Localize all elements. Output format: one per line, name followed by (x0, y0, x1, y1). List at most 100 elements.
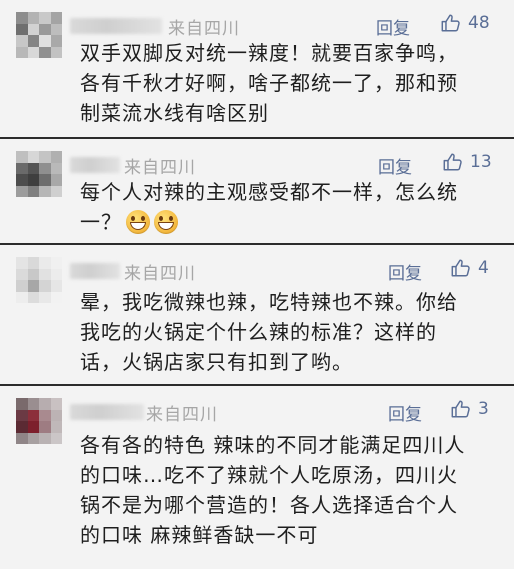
username-blurred[interactable] (70, 18, 162, 34)
avatar-pixel (39, 151, 51, 163)
avatar-pixel (27, 268, 39, 280)
avatar-pixel (16, 35, 28, 47)
thumbs-up-icon (451, 259, 470, 277)
grin-emoji-icon (154, 210, 178, 234)
avatar-pixel (39, 268, 51, 280)
comment-card: 来自四川 回复 4 晕，我吃微辣也辣，吃特辣也不辣。你给 我吃的火锅定个什么辣的… (0, 245, 514, 384)
thumbs-up-icon (443, 153, 462, 171)
avatar-pixel (27, 12, 39, 24)
avatar-pixel (16, 409, 28, 421)
avatar-pixel (16, 421, 28, 433)
comment-card: 来自四川 回复 48 双手双脚反对统一辣度！就要百家争鸣， 各有千秋才好啊，啥子… (0, 0, 514, 137)
comment-text: 晕，我吃微辣也辣，吃特辣也不辣。你给 我吃的火锅定个什么辣的标准？这样的 话，火… (80, 287, 496, 377)
reply-button[interactable]: 回复 (388, 259, 422, 284)
comment-text: 双手双脚反对统一辣度！就要百家争鸣， 各有千秋才好啊，啥子都统一了，那和预 制菜… (80, 38, 496, 128)
avatar-pixel (27, 174, 39, 186)
avatar-pixel (50, 185, 62, 197)
location-label: 来自四川 (168, 19, 240, 39)
avatar-pixel (50, 151, 62, 163)
avatar-pixel (39, 432, 51, 444)
avatar-pixel (16, 268, 28, 280)
avatar-pixel (50, 268, 62, 280)
avatar-pixel (27, 257, 39, 269)
comment-line: 话，火锅店家只有扣到了哟。 (80, 350, 353, 374)
avatar-pixel (50, 398, 62, 410)
avatar-pixel (16, 398, 28, 410)
comment-card: 来自四川 回复 13 每个人对辣的主观感受都不一样，怎么统 一？ (0, 139, 514, 243)
comment-line: 的口味 麻辣鲜香缺一不可 (80, 523, 319, 547)
thumbs-up-icon (451, 400, 470, 418)
comment-line-with-emoji: 一？ (80, 207, 496, 237)
avatar-pixel (50, 46, 62, 58)
username-blurred[interactable] (70, 404, 144, 420)
avatar-pixel (27, 409, 39, 421)
avatar-pixel (39, 398, 51, 410)
location-label: 来自四川 (124, 158, 196, 178)
username-blurred[interactable] (70, 157, 120, 173)
avatar-pixel (27, 291, 39, 303)
avatar-pixel (16, 185, 28, 197)
avatar-pixel (16, 23, 28, 35)
avatar-pixel (50, 35, 62, 47)
avatar-pixel (16, 46, 28, 58)
avatar[interactable] (16, 398, 62, 444)
location-label: 来自四川 (124, 264, 196, 284)
avatar-pixel (27, 280, 39, 292)
comment-card: 来自四川 回复 3 各有各的特色 辣味的不同才能满足四川人 的口味…吃不了辣就个… (0, 386, 514, 569)
comment-line: 锅不是为哪个营造的！各人选择适合个人 (80, 493, 458, 517)
avatar-pixel (27, 421, 39, 433)
avatar-pixel (27, 151, 39, 163)
grin-emoji-icon (126, 210, 150, 234)
avatar-pixel (16, 432, 28, 444)
username-blurred[interactable] (70, 263, 120, 279)
avatar-pixel (39, 162, 51, 174)
like-button[interactable]: 48 (440, 12, 490, 34)
avatar-pixel (39, 291, 51, 303)
like-button[interactable]: 3 (450, 398, 489, 420)
avatar-pixel (39, 23, 51, 35)
avatar-pixel (39, 12, 51, 24)
avatar-pixel (27, 23, 39, 35)
avatar-pixel (16, 291, 28, 303)
comment-line: 晕，我吃微辣也辣，吃特辣也不辣。你给 (80, 290, 458, 314)
comment-text: 每个人对辣的主观感受都不一样，怎么统 一？ (80, 177, 496, 237)
avatar-pixel (16, 280, 28, 292)
avatar-pixel (50, 421, 62, 433)
avatar-pixel (16, 12, 28, 24)
like-button[interactable]: 13 (442, 151, 492, 173)
avatar-pixel (50, 174, 62, 186)
comment-line: 一？ (80, 210, 122, 234)
avatar-pixel (16, 257, 28, 269)
avatar-pixel (50, 257, 62, 269)
like-count: 48 (468, 13, 490, 33)
avatar-pixel (50, 162, 62, 174)
avatar[interactable] (16, 151, 62, 197)
location-label: 来自四川 (146, 405, 218, 425)
avatar-pixel (39, 280, 51, 292)
like-count: 4 (478, 258, 489, 278)
avatar-pixel (39, 257, 51, 269)
avatar-pixel (16, 151, 28, 163)
avatar-pixel (39, 46, 51, 58)
comment-line: 我吃的火锅定个什么辣的标准？这样的 (80, 320, 437, 344)
thumbs-up-icon (441, 14, 460, 32)
avatar-pixel (50, 291, 62, 303)
avatar-pixel (27, 185, 39, 197)
avatar[interactable] (16, 257, 62, 303)
reply-button[interactable]: 回复 (376, 14, 410, 39)
reply-button[interactable]: 回复 (388, 400, 422, 425)
avatar-pixel (27, 398, 39, 410)
comment-line: 制菜流水线有啥区别 (80, 101, 269, 125)
avatar[interactable] (16, 12, 62, 58)
comment-text: 各有各的特色 辣味的不同才能满足四川人 的口味…吃不了辣就个人吃原汤，四川火 锅… (80, 430, 496, 550)
avatar-pixel (39, 409, 51, 421)
comment-line: 各有各的特色 辣味的不同才能满足四川人 (80, 433, 466, 457)
like-count: 13 (470, 152, 492, 172)
avatar-pixel (50, 432, 62, 444)
reply-button[interactable]: 回复 (378, 153, 412, 178)
avatar-pixel (39, 421, 51, 433)
like-button[interactable]: 4 (450, 257, 489, 279)
comment-list: 来自四川 回复 48 双手双脚反对统一辣度！就要百家争鸣， 各有千秋才好啊，啥子… (0, 0, 514, 569)
comment-line: 双手双脚反对统一辣度！就要百家争鸣， (80, 41, 458, 65)
avatar-pixel (16, 174, 28, 186)
